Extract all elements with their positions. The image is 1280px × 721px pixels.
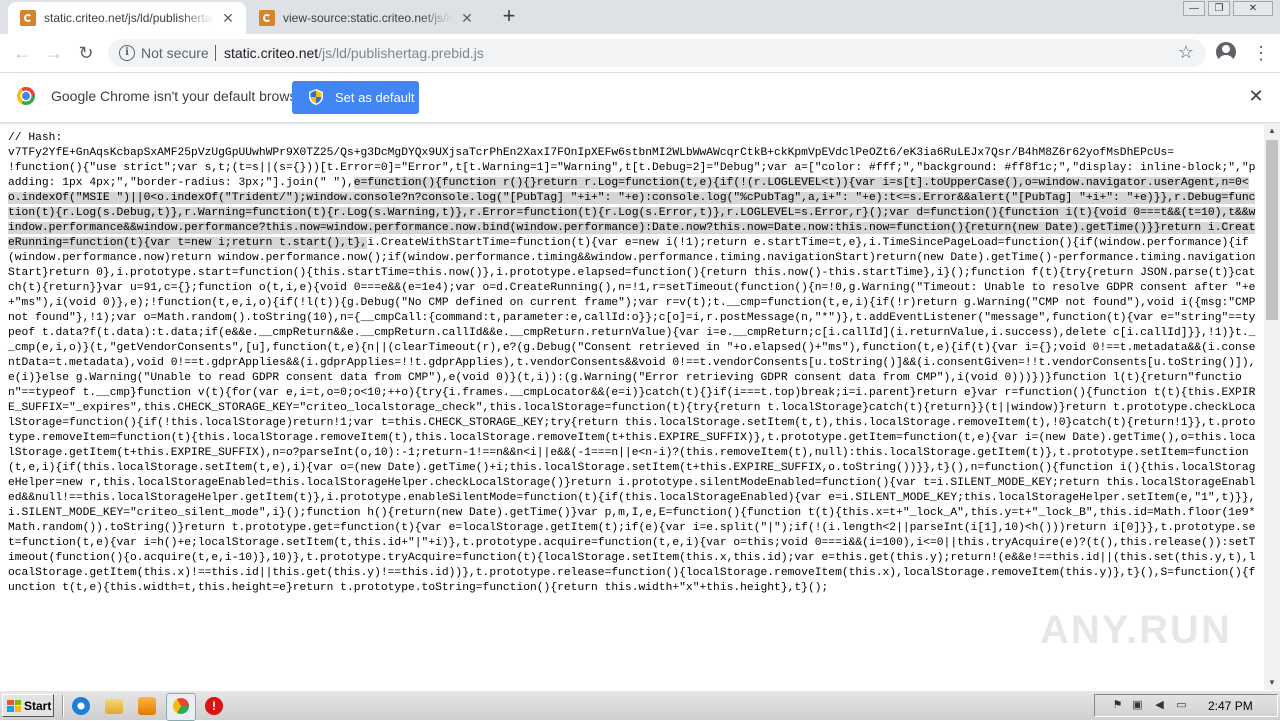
profile-avatar-icon[interactable] [1216, 42, 1236, 62]
restore-button[interactable]: ❐ [1208, 1, 1230, 16]
tab-close-icon[interactable]: ✕ [220, 10, 236, 27]
security-label[interactable]: Not secure [141, 45, 209, 61]
tray-volume-icon[interactable]: ◀ [1153, 699, 1166, 712]
windows-taskbar: Start ! ⚑ ▣ ◀ ▭ 2:47 PM [0, 690, 1280, 721]
url-text[interactable]: static.criteo.net/js/ld/publishertag.pre… [224, 45, 484, 61]
set-as-default-button[interactable]: Set as default [292, 81, 419, 114]
clock[interactable]: 2:47 PM [1208, 699, 1253, 713]
tab-strip: static.criteo.net/js/ld/publishertag.pre… [0, 0, 1280, 34]
tab-title: view-source:static.criteo.net/js/ld/publ… [283, 11, 453, 25]
vertical-scrollbar[interactable]: ▲ ▼ [1264, 123, 1280, 690]
start-label: Start [24, 698, 52, 713]
anyrun-watermark: ANY.RUN [1040, 608, 1232, 652]
address-bar[interactable]: i Not secure static.criteo.net/js/ld/pub… [108, 39, 1206, 67]
set-as-default-label: Set as default [335, 90, 415, 105]
url-path: /js/ld/publishertag.prebid.js [318, 45, 484, 61]
tray-network-icon[interactable]: ▣ [1131, 699, 1144, 712]
new-tab-button[interactable]: + [498, 5, 520, 27]
uac-shield-icon [309, 89, 323, 105]
chrome-taskbar-icon[interactable] [166, 693, 196, 721]
internet-explorer-icon[interactable] [72, 697, 90, 715]
reload-button[interactable]: ↻ [74, 41, 98, 65]
start-button[interactable]: Start [2, 694, 54, 717]
tab-view-source[interactable]: view-source:static.criteo.net/js/ld/publ… [247, 2, 485, 34]
minimize-button[interactable]: — [1183, 1, 1205, 16]
scroll-up-icon[interactable]: ▲ [1264, 123, 1280, 138]
tab-publishertag[interactable]: static.criteo.net/js/ld/publishertag.pre… [8, 2, 246, 34]
divider [215, 45, 216, 61]
default-browser-infobar: Google Chrome isn't your default browser… [0, 73, 1280, 123]
criteo-favicon-icon [259, 10, 275, 26]
browser-toolbar: ← → ↻ i Not secure static.criteo.net/js/… [0, 34, 1280, 73]
forward-button[interactable]: → [42, 41, 66, 65]
window-close-button[interactable]: ✕ [1233, 1, 1273, 16]
scrollbar-thumb[interactable] [1266, 140, 1278, 320]
tray-battery-icon[interactable]: ▭ [1175, 699, 1188, 712]
taskbar-divider [62, 695, 64, 717]
security-alert-icon[interactable]: ! [205, 697, 223, 715]
source-code-view[interactable]: // Hash: v7TFy2YfE+GnAqsKcbapSxAMF25pVzU… [0, 123, 1264, 690]
infobar-message: Google Chrome isn't your default browser [51, 88, 309, 104]
media-player-icon[interactable] [138, 697, 156, 715]
scroll-down-icon[interactable]: ▼ [1264, 675, 1280, 690]
url-host: static.criteo.net [224, 45, 319, 61]
bookmark-star-icon[interactable]: ☆ [1178, 42, 1194, 63]
chrome-menu-icon[interactable]: ⋮ [1252, 41, 1270, 65]
chrome-logo-icon [173, 698, 189, 714]
criteo-favicon-icon [20, 10, 36, 26]
code-text: i.CreateWithStartTime=function(t){var e=… [8, 237, 1263, 594]
windows-logo-icon [7, 699, 21, 712]
chrome-logo-icon [17, 87, 35, 105]
tray-flag-icon[interactable]: ⚑ [1111, 699, 1124, 712]
tab-close-icon[interactable]: ✕ [459, 10, 475, 27]
infobar-close-icon[interactable]: ✕ [1247, 87, 1265, 105]
tab-title: static.criteo.net/js/ld/publishertag.pre… [44, 11, 214, 25]
source-code: // Hash: v7TFy2YfE+GnAqsKcbapSxAMF25pVzU… [0, 123, 1264, 596]
info-icon[interactable]: i [119, 45, 135, 61]
back-button[interactable]: ← [10, 41, 34, 65]
file-explorer-icon[interactable] [105, 699, 123, 714]
